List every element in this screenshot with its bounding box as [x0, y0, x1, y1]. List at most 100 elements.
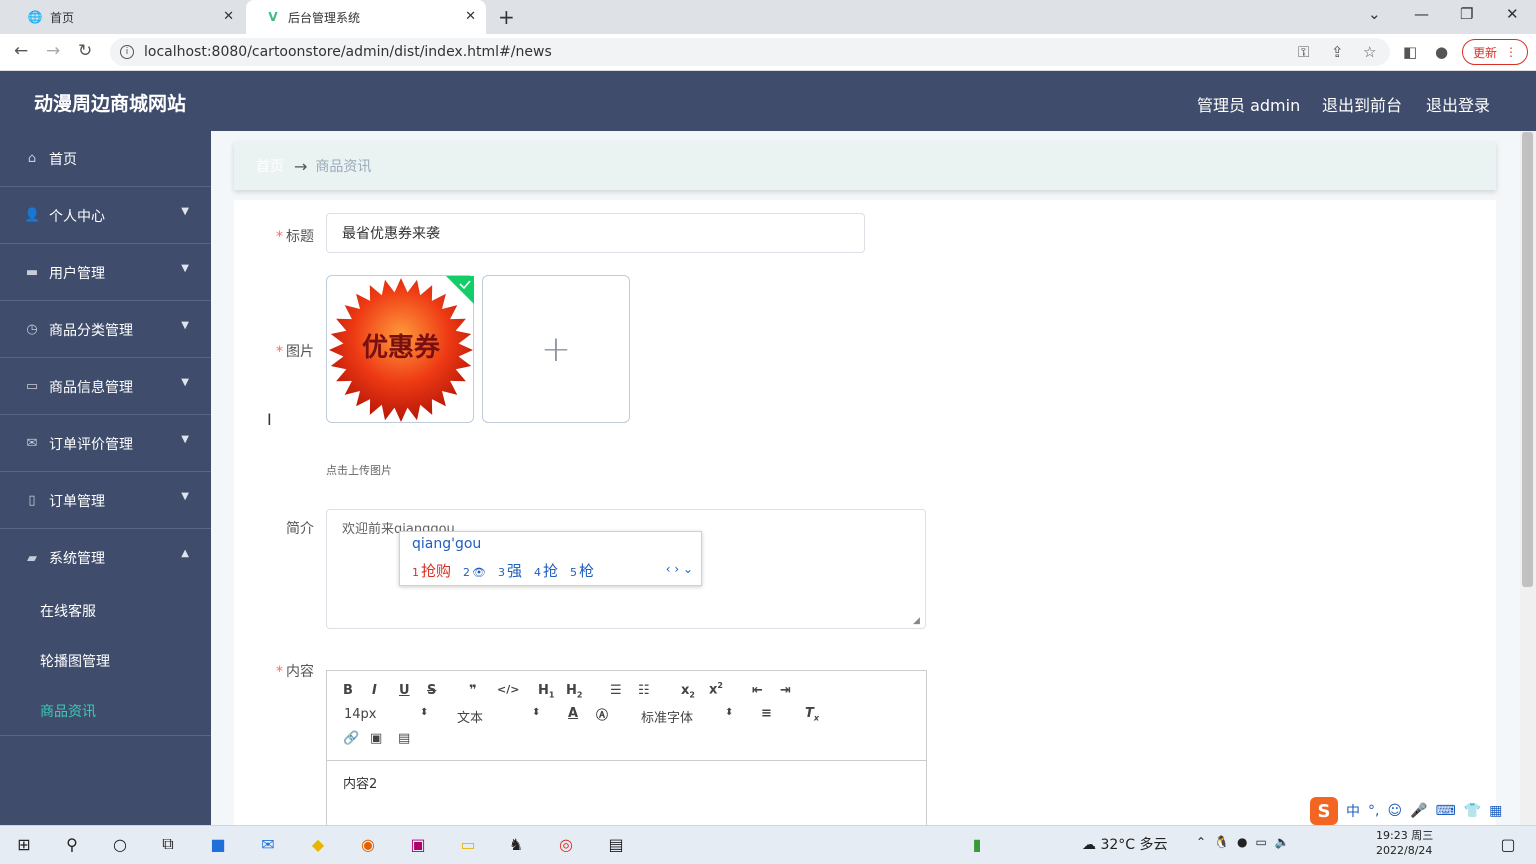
scrollbar-thumb[interactable] [1522, 132, 1533, 587]
voice-icon[interactable]: 🎤 [1410, 803, 1427, 819]
profile-icon[interactable]: ● [1435, 43, 1448, 61]
strike-icon[interactable]: S [427, 683, 436, 698]
info-icon[interactable]: i [120, 45, 134, 59]
new-tab-button[interactable]: + [498, 5, 515, 29]
exit-front-link[interactable]: 退出到前台 [1322, 92, 1402, 116]
sidepanel-icon[interactable]: ◧ [1403, 43, 1417, 61]
share-icon[interactable]: ⇪ [1331, 43, 1344, 61]
logout-link[interactable]: 退出登录 [1426, 92, 1490, 116]
task-view-icon[interactable]: ⧉ [156, 833, 180, 855]
align-left-icon[interactable]: ≡ [761, 706, 772, 721]
ordered-list-icon[interactable]: ☰ [610, 683, 622, 698]
superscript-icon[interactable]: x2 [709, 681, 723, 697]
font-color-icon[interactable]: A [568, 706, 578, 721]
sidebar-subitem-news[interactable]: 商品资讯 [40, 701, 96, 721]
tab-close-icon[interactable]: ✕ [465, 9, 476, 24]
sogou-logo-icon[interactable]: S [1310, 797, 1338, 825]
sidebar-item-home[interactable]: ⌂ 首页 [0, 131, 211, 187]
sidebar-item-system[interactable]: ▰ 系统管理 ▲ [0, 530, 211, 586]
sidebar-item-reviews[interactable]: ✉ 订单评价管理 ▼ [0, 416, 211, 472]
ime-mode[interactable]: 中 [1346, 801, 1360, 821]
title-input[interactable]: 最省优惠券来袭 [326, 213, 865, 253]
sidebar-item-category[interactable]: ◷ 商品分类管理 ▼ [0, 302, 211, 358]
key-icon[interactable]: ⚿ [1298, 43, 1309, 61]
store-icon[interactable]: ■ [206, 833, 230, 855]
back-icon[interactable]: ← [14, 41, 28, 61]
tab-search-icon[interactable]: ⌄ [1368, 5, 1381, 23]
link-icon[interactable]: 🔗 [343, 731, 359, 746]
ime-candidate[interactable]: 2 👁 [463, 562, 486, 580]
cortana-icon[interactable]: ○ [108, 833, 132, 855]
ime-candidate[interactable]: 3强 [498, 560, 522, 581]
start-icon[interactable]: ⊞ [12, 833, 36, 855]
file-explorer-icon[interactable]: ▭ [456, 833, 480, 855]
clear-format-icon[interactable]: Tx [805, 706, 819, 723]
ime-candidate[interactable]: 5枪 [570, 560, 594, 581]
keyboard-icon[interactable]: ⌨ [1436, 803, 1456, 819]
update-button[interactable]: 更新 ⋮ [1462, 39, 1528, 65]
volume-icon[interactable]: 🔈 [1275, 835, 1290, 849]
intellij-icon[interactable]: ▣ [406, 833, 430, 855]
tray-app-icon[interactable]: ● [1237, 835, 1247, 849]
block-type-select[interactable]: 文本 ⬍ [457, 707, 540, 726]
breadcrumb-home[interactable]: 首页 [256, 156, 284, 176]
star-icon[interactable]: ☆ [1363, 43, 1376, 61]
tab-close-icon[interactable]: ✕ [223, 9, 234, 24]
sidebar-item-orders[interactable]: ▯ 订单管理 ▼ [0, 473, 211, 529]
browser-tab-home[interactable]: 🌐 首页 ✕ [8, 0, 244, 34]
notes-app-icon[interactable]: ◆ [306, 833, 330, 855]
sidebar-divider [0, 735, 211, 736]
code-block-icon[interactable]: </> [497, 683, 519, 696]
forward-icon[interactable]: → [46, 41, 60, 61]
indent-icon[interactable]: ⇥ [780, 683, 791, 698]
upload-add-button[interactable]: + [482, 275, 630, 423]
heading2-icon[interactable]: H2 [566, 683, 582, 700]
url-bar[interactable]: i localhost:8080/cartoonstore/admin/dist… [110, 38, 1390, 66]
sidebar-subitem-service[interactable]: 在线客服 [40, 601, 96, 621]
ime-candidate[interactable]: 1 抢购 [412, 560, 451, 581]
app-icon[interactable]: ♞ [504, 833, 528, 855]
notification-icon[interactable]: ▢ [1496, 833, 1520, 855]
firefox-icon[interactable]: ◉ [356, 833, 380, 855]
blockquote-icon[interactable]: ❞ [469, 683, 477, 698]
italic-icon[interactable]: I [372, 683, 377, 698]
minimize-button[interactable]: — [1414, 5, 1429, 23]
editor-content[interactable]: 内容2 [343, 773, 377, 792]
sidebar-item-products[interactable]: ▭ 商品信息管理 ▼ [0, 359, 211, 415]
ime-candidate[interactable]: 4抢 [534, 560, 558, 581]
battery-icon[interactable]: ▮ [965, 833, 989, 855]
bold-icon[interactable]: B [343, 683, 353, 698]
mail-app-icon[interactable]: ✉ [256, 833, 280, 855]
font-size-select[interactable]: 14px ⬍ [344, 707, 428, 722]
emoji-icon[interactable]: ☺ [1387, 803, 1402, 819]
font-family-select[interactable]: 标准字体 ⬍ [641, 707, 733, 726]
clock[interactable]: 19:23 周三 2022/8/24 [1376, 828, 1433, 858]
punctuation-icon[interactable]: °, [1368, 803, 1379, 819]
reload-icon[interactable]: ↻ [78, 41, 92, 61]
image-icon[interactable]: ▣ [370, 731, 382, 746]
browser-tab-admin[interactable]: V 后台管理系统 ✕ [246, 0, 486, 34]
qq-icon[interactable]: 🐧 [1214, 835, 1229, 849]
chrome-icon[interactable]: ◎ [554, 833, 578, 855]
background-color-icon[interactable]: Ⓐ [596, 706, 608, 723]
underline-icon[interactable]: U [399, 683, 410, 698]
subscript-icon[interactable]: x2 [681, 683, 695, 700]
sidebar-item-personal[interactable]: 👤 个人中心 ▼ [0, 188, 211, 244]
close-window-button[interactable]: ✕ [1506, 5, 1519, 23]
video-icon[interactable]: ▤ [398, 731, 410, 746]
restore-button[interactable]: ❐ [1460, 5, 1473, 23]
resize-handle-icon[interactable]: ◢ [913, 616, 920, 626]
bullet-list-icon[interactable]: ☷ [638, 683, 650, 698]
search-icon[interactable]: ⚲ [60, 833, 84, 855]
sidebar-item-users[interactable]: ▬ 用户管理 ▼ [0, 245, 211, 301]
screen-recorder-icon[interactable]: ▤ [604, 833, 628, 855]
outdent-icon[interactable]: ⇤ [752, 683, 763, 698]
toolbox-icon[interactable]: ▦ [1489, 803, 1502, 819]
network-icon[interactable]: ▭ [1256, 835, 1267, 849]
weather-widget[interactable]: ☁ 32°C 多云 [1082, 834, 1168, 854]
sidebar-subitem-carousel[interactable]: 轮播图管理 [40, 651, 110, 671]
ime-page-nav-icon[interactable]: ‹ › ⌄ [666, 562, 693, 576]
skin-icon[interactable]: 👕 [1464, 803, 1481, 819]
chevron-up-icon[interactable]: ⌃ [1196, 835, 1206, 849]
heading1-icon[interactable]: H1 [538, 683, 554, 700]
